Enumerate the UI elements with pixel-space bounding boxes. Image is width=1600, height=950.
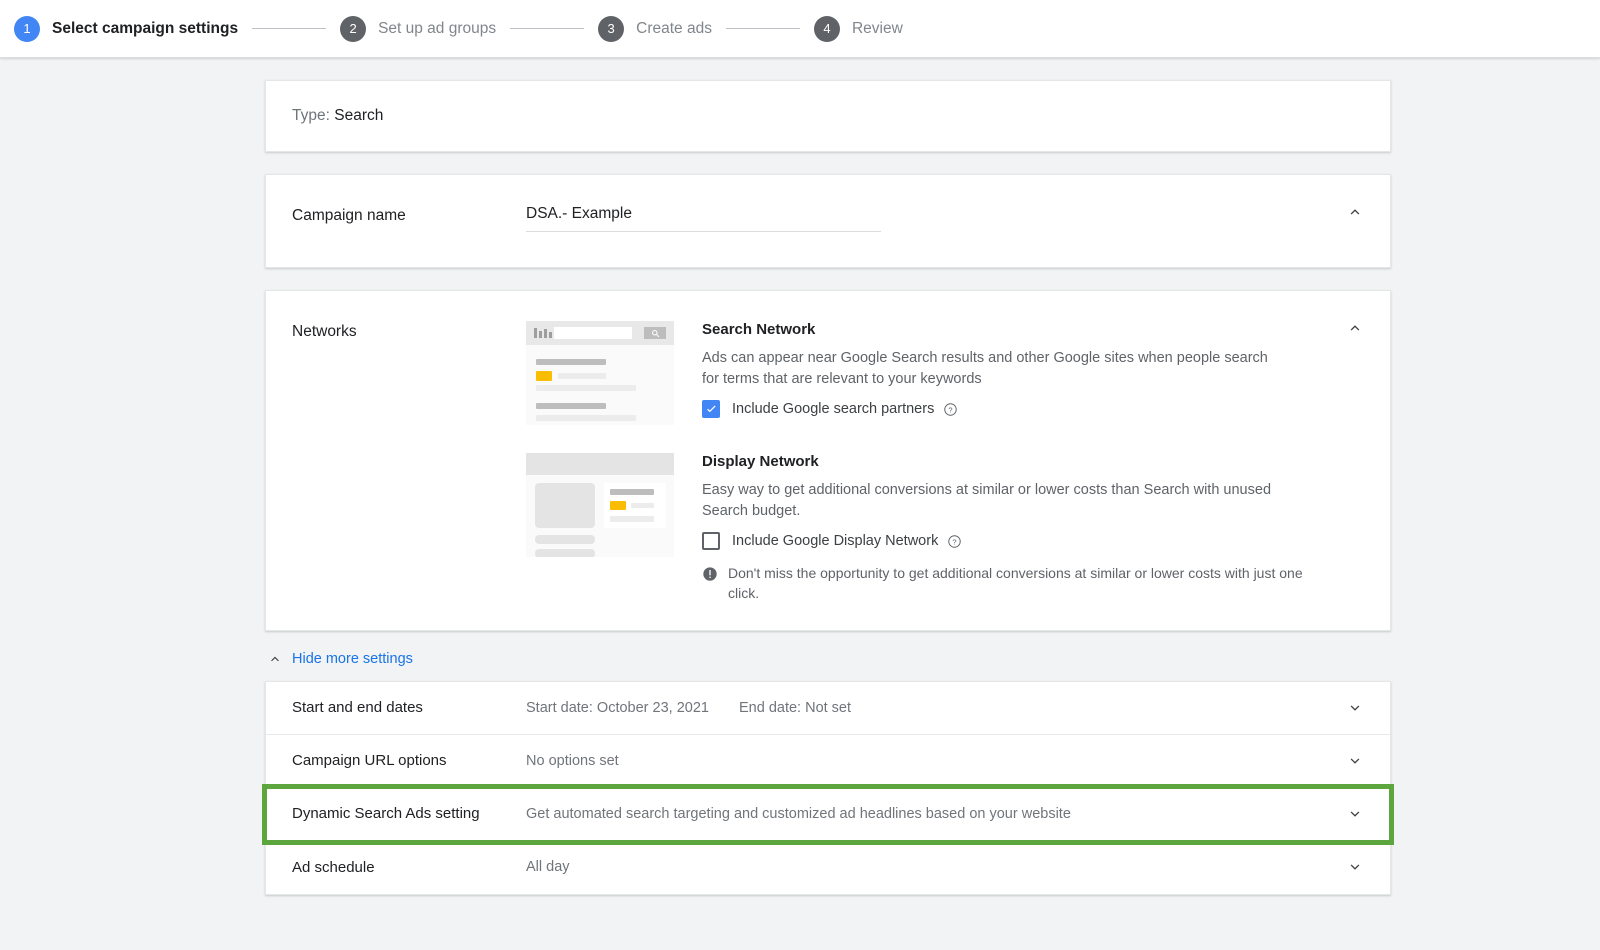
search-network-title: Search Network <box>702 321 816 338</box>
settings-row-label: Dynamic Search Ads setting <box>292 805 480 823</box>
search-partners-checkbox-row[interactable]: Include Google search partners ? <box>702 400 1364 419</box>
step-4-label: Review <box>851 19 903 37</box>
help-circle-icon[interactable]: ? <box>947 534 962 549</box>
dynamic-search-ads-value: Get automated search targeting and custo… <box>526 805 1071 822</box>
campaign-name-label: Campaign name <box>292 207 406 224</box>
svg-text:?: ? <box>949 405 953 414</box>
settings-row-dynamic-search-ads[interactable]: Dynamic Search Ads setting Get automated… <box>262 783 1394 845</box>
campaign-type-text: Type: Search <box>292 107 383 125</box>
search-network-block: Search Network Ads can appear near Googl… <box>526 321 1364 425</box>
settings-row-start-end-dates[interactable]: Start and end dates Start date: October … <box>266 682 1390 735</box>
settings-row-ad-schedule[interactable]: Ad schedule All day <box>266 841 1390 894</box>
search-network-thumbnail-icon <box>526 321 674 425</box>
settings-row-expand-chevron-down-icon[interactable] <box>1346 805 1364 823</box>
step-2-circle: 2 <box>340 15 367 42</box>
campaign-type-card: Type: Search <box>265 80 1391 152</box>
settings-row-values: Start date: October 23, 2021 End date: N… <box>526 700 851 716</box>
stepper-connector-1 <box>252 28 327 29</box>
campaign-name-card: Campaign name <box>265 174 1391 268</box>
campaign-name-collapse-chevron-up-icon[interactable] <box>1346 203 1364 221</box>
settings-row-values: Get automated search targeting and custo… <box>526 806 1071 822</box>
stepper-connector-3 <box>725 28 800 29</box>
display-network-note-text: Don't miss the opportunity to get additi… <box>728 565 1303 601</box>
networks-body: Search Network Ads can appear near Googl… <box>526 321 1364 604</box>
stepper-step-3[interactable]: 3 Create ads <box>598 15 712 42</box>
step-4-circle: 4 <box>813 15 840 42</box>
start-date-value: Start date: October 23, 2021 <box>526 699 709 716</box>
display-network-thumbnail-icon <box>526 453 674 557</box>
display-network-block: Display Network Easy way to get addition… <box>526 453 1364 604</box>
display-network-description: Easy way to get additional conversions a… <box>702 482 1272 520</box>
settings-row-label: Start and end dates <box>292 699 423 717</box>
warning-circle-icon <box>702 566 718 582</box>
campaign-type-value: Search <box>334 107 384 124</box>
settings-row-label: Ad schedule <box>292 858 375 876</box>
step-3-label: Create ads <box>636 19 712 37</box>
chevron-up-icon <box>267 651 283 667</box>
step-1-circle: 1 <box>14 15 40 42</box>
svg-text:?: ? <box>953 537 957 546</box>
help-circle-icon[interactable]: ? <box>943 402 958 417</box>
campaign-name-field-wrap <box>526 205 881 232</box>
stepper-step-4[interactable]: 4 Review <box>813 15 903 42</box>
settings-row-expand-chevron-down-icon[interactable] <box>1346 752 1364 770</box>
settings-row-campaign-url-options[interactable]: Campaign URL options No options set <box>266 735 1390 788</box>
display-network-title: Display Network <box>702 453 819 470</box>
search-partners-checkbox[interactable] <box>702 400 720 419</box>
display-network-checkbox-label: Include Google Display Network <box>732 533 939 550</box>
settings-row-expand-chevron-down-icon[interactable] <box>1346 699 1364 717</box>
hide-more-settings-label: Hide more settings <box>292 650 413 667</box>
page-body: Type: Search Campaign name Networks <box>0 58 1600 895</box>
stepper-step-2[interactable]: 2 Set up ad groups <box>340 15 497 42</box>
campaign-stepper-header: 1 Select campaign settings 2 Set up ad g… <box>0 0 1600 58</box>
networks-card: Networks Search Network Ads can appear n… <box>265 290 1391 631</box>
settings-row-expand-chevron-down-icon[interactable] <box>1346 858 1364 876</box>
settings-content: Type: Search Campaign name Networks <box>262 80 1394 895</box>
ad-schedule-value: All day <box>526 859 570 876</box>
networks-label: Networks <box>292 323 357 340</box>
settings-row-values: No options set <box>526 753 619 769</box>
settings-row-label: Campaign URL options <box>292 752 447 770</box>
settings-row-values: All day <box>526 859 570 875</box>
step-2-label: Set up ad groups <box>378 19 497 37</box>
campaign-type-label: Type: <box>292 107 330 124</box>
search-partners-checkbox-label: Include Google search partners <box>732 401 935 418</box>
campaign-name-input[interactable] <box>526 205 881 232</box>
display-network-checkbox-row[interactable]: Include Google Display Network ? <box>702 532 1364 551</box>
stepper: 1 Select campaign settings 2 Set up ad g… <box>14 15 903 42</box>
stepper-connector-2 <box>510 28 585 29</box>
hide-more-settings-link[interactable]: Hide more settings <box>267 651 413 667</box>
stepper-step-1[interactable]: 1 Select campaign settings <box>14 15 239 42</box>
more-settings-list: Start and end dates Start date: October … <box>262 680 1394 895</box>
step-1-label: Select campaign settings <box>52 19 239 37</box>
end-date-value: End date: Not set <box>738 699 852 716</box>
campaign-url-options-value: No options set <box>526 752 619 769</box>
networks-collapse-chevron-up-icon[interactable] <box>1346 319 1364 337</box>
search-network-description: Ads can appear near Google Search result… <box>702 350 1268 388</box>
step-3-circle: 3 <box>598 15 625 42</box>
display-network-checkbox[interactable] <box>702 532 720 551</box>
display-network-note: Don't miss the opportunity to get additi… <box>702 564 1364 604</box>
